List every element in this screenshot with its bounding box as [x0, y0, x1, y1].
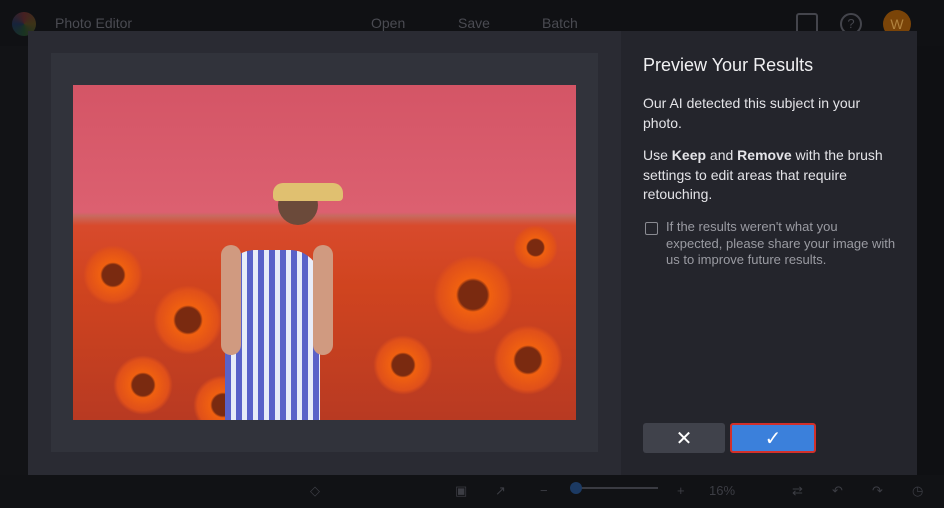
layers-icon[interactable]: ◇ [310, 483, 320, 499]
results-panel: Preview Your Results Our AI detected thi… [621, 31, 917, 475]
confirm-button[interactable]: ✓ [730, 423, 816, 453]
bottom-toolbar: ◇ ▣ ↗ − + 16% ⇄ ↶ ↷ ◷ [0, 475, 944, 508]
close-icon: ✕ [675, 427, 693, 450]
dialog-instructions: Use Keep and Remove with the brush setti… [643, 146, 895, 205]
zoom-level: 16% [709, 483, 736, 498]
checkmark-icon: ✓ [764, 427, 782, 450]
dialog-description: Our AI detected this subject in your pho… [643, 95, 861, 131]
keep-label: Keep [671, 147, 707, 163]
instruction-text: and [706, 147, 738, 163]
dialog-title: Preview Your Results [643, 55, 814, 75]
menu-batch[interactable]: Batch [542, 15, 578, 31]
feedback-label[interactable]: If the results weren't what you expected… [666, 219, 896, 269]
zoom-slider[interactable] [575, 487, 658, 489]
remove-label: Remove [737, 147, 792, 163]
instruction-text: Use [643, 147, 672, 163]
menu-save[interactable]: Save [458, 15, 490, 31]
menu-open[interactable]: Open [371, 15, 405, 31]
expand-icon[interactable]: ↗ [495, 483, 506, 499]
feedback-checkbox[interactable] [645, 222, 658, 235]
compare-icon[interactable]: ⇄ [792, 483, 803, 499]
zoom-out-icon[interactable]: − [540, 483, 548, 498]
preview-results-dialog: Preview Your Results Our AI detected thi… [28, 31, 917, 475]
undo-icon[interactable]: ↶ [832, 483, 843, 499]
redo-icon[interactable]: ↷ [872, 483, 883, 499]
fit-icon[interactable]: ▣ [455, 483, 467, 499]
app-title-menu[interactable]: Photo Editor [55, 15, 132, 31]
cancel-button[interactable]: ✕ [643, 423, 725, 453]
preview-image [73, 85, 576, 420]
history-icon[interactable]: ◷ [912, 483, 923, 499]
zoom-in-icon[interactable]: + [677, 483, 685, 498]
zoom-slider-handle[interactable] [570, 482, 582, 494]
preview-frame [51, 53, 598, 452]
